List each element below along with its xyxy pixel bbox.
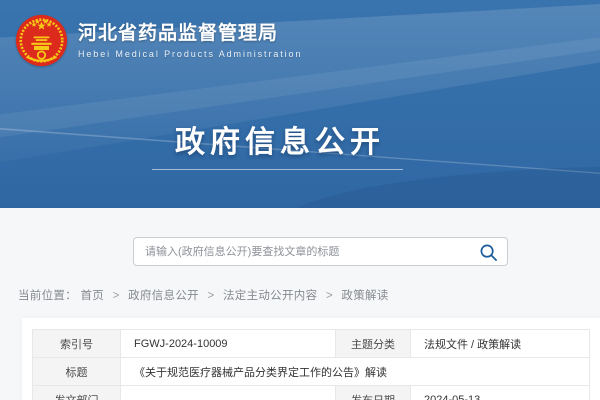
- org-name-block: 河北省药品监督管理局 Hebei Medical Products Admini…: [78, 23, 302, 59]
- page-title: 政府信息公开: [0, 117, 560, 161]
- breadcrumb-separator: >: [326, 290, 333, 302]
- page: 河北省药品监督管理局 Hebei Medical Products Admini…: [0, 0, 600, 400]
- field-label-title: 标题: [33, 358, 121, 386]
- breadcrumb-item-gov-info[interactable]: 政府信息公开: [128, 290, 199, 302]
- banner-wave-decoration: [280, 166, 600, 208]
- search-input[interactable]: [134, 238, 507, 265]
- field-value-issuing-department: [121, 386, 336, 400]
- field-label-publish-date: 发布日期: [336, 386, 411, 400]
- field-label-issuing-department: 发文部门: [33, 386, 121, 400]
- document-info-table: 索引号 FGWJ-2024-10009 主题分类 法规文件 / 政策解读 标题 …: [32, 329, 590, 400]
- site-logo[interactable]: 河北省药品监督管理局 Hebei Medical Products Admini…: [15, 14, 302, 67]
- document-info-card: 索引号 FGWJ-2024-10009 主题分类 法规文件 / 政策解读 标题 …: [22, 318, 600, 400]
- field-label-index-number: 索引号: [33, 330, 121, 358]
- table-row-title: 标题 《关于规范医疗器械产品分类界定工作的公告》解读: [33, 358, 590, 386]
- table-row-department: 发文部门 发布日期 2024-05-13: [33, 386, 590, 400]
- table-row-index: 索引号 FGWJ-2024-10009 主题分类 法规文件 / 政策解读: [33, 330, 590, 358]
- field-value-index-number: FGWJ-2024-10009: [121, 330, 336, 358]
- breadcrumb-separator: >: [113, 290, 120, 302]
- breadcrumb-item-policy-interpretation[interactable]: 政策解读: [341, 290, 388, 302]
- org-name-en: Hebei Medical Products Administration: [78, 49, 302, 59]
- national-emblem-icon: [15, 14, 68, 67]
- field-value-title: 《关于规范医疗器械产品分类界定工作的公告》解读: [121, 358, 590, 386]
- breadcrumb-prefix: 当前位置：: [18, 290, 77, 302]
- search-button[interactable]: [479, 243, 498, 262]
- search-bar: [133, 237, 508, 266]
- org-name-cn: 河北省药品监督管理局: [78, 23, 302, 45]
- breadcrumb-item-disclosure[interactable]: 法定主动公开内容: [223, 290, 317, 302]
- title-underline: [152, 169, 403, 170]
- field-value-publish-date: 2024-05-13: [411, 386, 590, 400]
- field-value-topic-category: 法规文件 / 政策解读: [411, 330, 590, 358]
- search-icon: [479, 243, 498, 262]
- field-label-topic-category: 主题分类: [336, 330, 411, 358]
- page-banner: 河北省药品监督管理局 Hebei Medical Products Admini…: [0, 0, 600, 208]
- breadcrumb-item-home[interactable]: 首页: [81, 290, 105, 302]
- breadcrumb: 当前位置： 首页 > 政府信息公开 > 法定主动公开内容 > 政策解读: [18, 287, 389, 303]
- breadcrumb-separator: >: [207, 290, 214, 302]
